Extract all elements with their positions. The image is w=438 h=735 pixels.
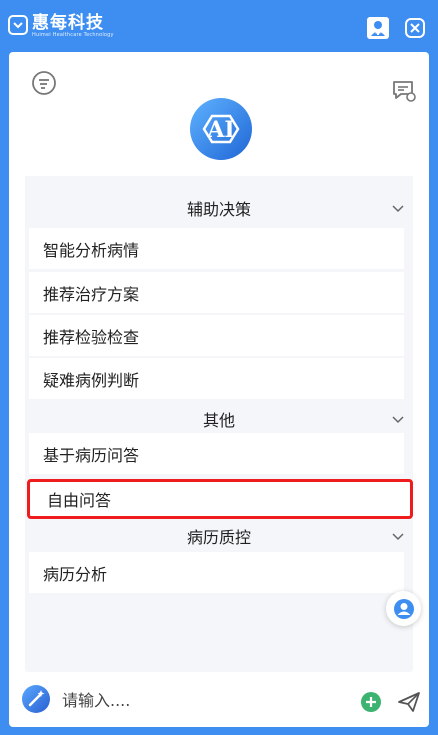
svg-text:AI: AI [206,117,234,143]
section-title: 辅助决策 [186,200,251,219]
assistant-icon [393,598,414,619]
menu-item-selected[interactable]: 自由问答 [27,479,413,519]
menu-item[interactable]: 推荐治疗方案 [29,272,404,313]
section-header-quality[interactable]: 病历质控 [25,516,413,556]
filter-icon[interactable] [31,70,57,96]
magic-wand-icon[interactable] [21,684,51,714]
menu-item[interactable]: 疑难病例判断 [29,358,404,399]
ai-logo: AI [188,96,254,162]
menu-item[interactable]: 智能分析病情 [29,228,404,269]
brand-logo: 惠每科技 Huimei Healthcare Technology [8,15,114,41]
brand-subtitle: Huimei Healthcare Technology [32,32,114,38]
chat-input-bar [18,680,364,720]
brand-mark-icon [8,15,28,35]
section-header-decision[interactable]: 辅助决策 [25,188,413,228]
main-panel: AI 辅助决策 智能分析病情 推荐治疗方案 推荐检验检查 疑难病例判断 其他 基… [9,52,429,727]
chevron-down-icon[interactable] [391,529,405,543]
chevron-down-icon[interactable] [391,201,405,215]
section-title: 其他 [202,411,235,430]
doctor-icon[interactable] [367,17,389,39]
section-title: 病历质控 [186,528,251,547]
chat-input[interactable] [62,688,312,712]
menu-item[interactable]: 病历分析 [29,552,404,593]
chat-settings-icon[interactable] [391,78,417,104]
send-icon[interactable] [397,691,421,713]
menu-item[interactable]: 基于病历问答 [29,433,404,474]
close-icon[interactable] [405,18,425,38]
menu-container: AI 辅助决策 智能分析病情 推荐治疗方案 推荐检验检查 疑难病例判断 其他 基… [25,64,416,672]
chevron-down-icon[interactable] [391,412,405,426]
title-bar: 惠每科技 Huimei Healthcare Technology [0,0,438,52]
panel-header: AI [25,64,416,176]
brand-name: 惠每科技 [32,13,104,33]
assistant-button[interactable] [386,591,421,626]
plus-circle-icon[interactable] [361,692,381,712]
menu-item[interactable]: 推荐检验检查 [29,315,404,356]
